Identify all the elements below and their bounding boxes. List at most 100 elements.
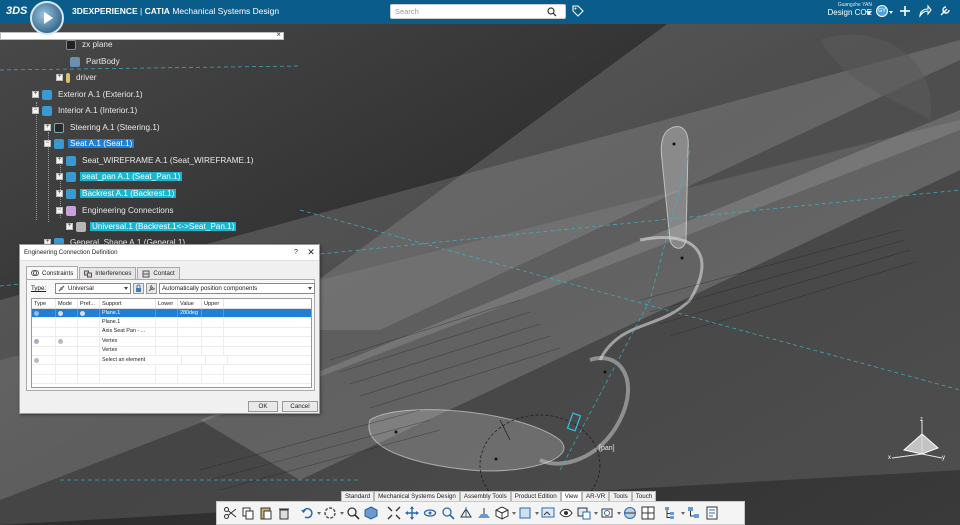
zoom-button[interactable] bbox=[344, 505, 361, 522]
compass-triad-icon[interactable]: z x y bbox=[888, 414, 948, 464]
value-cell[interactable] bbox=[178, 327, 202, 337]
table-row[interactable] bbox=[32, 374, 311, 385]
zoom-in-out-button[interactable] bbox=[439, 505, 456, 522]
value-cell[interactable] bbox=[182, 355, 206, 365]
column-header[interactable]: Pref... bbox=[78, 299, 100, 308]
positioning-dropdown[interactable]: Automatically position components bbox=[159, 283, 315, 294]
ds-logo-icon[interactable]: 3DS bbox=[6, 5, 27, 17]
lower-cell[interactable] bbox=[156, 337, 178, 346]
tools-icon[interactable] bbox=[938, 4, 952, 18]
collapse-icon[interactable]: − bbox=[44, 140, 51, 147]
close-button[interactable]: ✕ bbox=[303, 247, 319, 258]
avatar[interactable]: GY bbox=[876, 5, 888, 17]
help-button[interactable]: ? bbox=[289, 249, 303, 256]
search-box[interactable] bbox=[390, 4, 566, 19]
upper-cell[interactable] bbox=[202, 346, 224, 355]
value-cell[interactable] bbox=[178, 346, 202, 355]
upper-cell[interactable] bbox=[202, 318, 224, 327]
tab-standard[interactable]: Standard bbox=[341, 491, 375, 501]
expand-icon[interactable]: + bbox=[56, 190, 63, 197]
iso-view-button[interactable] bbox=[493, 505, 510, 522]
role-chevron-down-icon[interactable] bbox=[866, 11, 872, 15]
tab-interferences[interactable]: Interferences bbox=[79, 267, 137, 279]
expand-icon[interactable]: + bbox=[56, 74, 63, 81]
tree-node[interactable]: + seat_pan A.1 (Seat_Pan.1) bbox=[56, 170, 183, 183]
specification-tree[interactable]: × zx plane PartBody + driver + Exterior … bbox=[0, 30, 290, 248]
collapse-icon[interactable]: − bbox=[32, 107, 39, 114]
normal-view-button[interactable] bbox=[457, 505, 474, 522]
value-cell[interactable] bbox=[178, 374, 202, 384]
tab-ar-vr[interactable]: AR-VR bbox=[582, 491, 610, 501]
update-button[interactable] bbox=[321, 505, 338, 522]
lower-cell[interactable] bbox=[156, 374, 178, 384]
cancel-button[interactable]: Cancel bbox=[282, 401, 318, 412]
column-header[interactable]: Lower bbox=[156, 299, 178, 308]
table-row[interactable]: Vertex bbox=[32, 346, 311, 356]
tab-assembly-tools[interactable]: Assembly Tools bbox=[459, 491, 511, 501]
tree-node[interactable]: zx plane bbox=[66, 38, 115, 51]
tree-node[interactable]: + Steering A.1 (Steering.1) bbox=[44, 121, 162, 134]
undo-button[interactable] bbox=[298, 505, 315, 522]
add-icon[interactable] bbox=[898, 4, 912, 18]
lower-cell[interactable] bbox=[156, 365, 178, 374]
collapse-icon[interactable]: − bbox=[56, 207, 63, 214]
share-icon[interactable] bbox=[918, 4, 932, 18]
tree-node[interactable]: + Exterior A.1 (Exterior.1) bbox=[32, 88, 145, 101]
swap-visible-button[interactable] bbox=[557, 505, 574, 522]
wrench-button[interactable] bbox=[146, 283, 157, 294]
expand-icon[interactable]: + bbox=[56, 157, 63, 164]
search-icon[interactable] bbox=[547, 6, 557, 17]
tab-view[interactable]: View bbox=[560, 491, 582, 501]
lower-cell[interactable] bbox=[156, 327, 178, 337]
table-row[interactable]: Vertex bbox=[32, 337, 311, 347]
table-row[interactable]: Plane.1 bbox=[32, 318, 311, 328]
screen-capture-button[interactable] bbox=[575, 505, 592, 522]
upper-cell[interactable] bbox=[202, 374, 224, 384]
value-cell[interactable] bbox=[178, 318, 202, 327]
table-row[interactable] bbox=[32, 365, 311, 375]
compass-icon[interactable] bbox=[30, 1, 64, 35]
cut-button[interactable] bbox=[221, 505, 238, 522]
lower-cell[interactable] bbox=[156, 318, 178, 327]
pan-button[interactable] bbox=[403, 505, 420, 522]
close-icon[interactable]: × bbox=[276, 30, 281, 39]
properties-button[interactable] bbox=[703, 505, 720, 522]
tree-node[interactable]: + Backrest A.1 (Backrest.1) bbox=[56, 187, 177, 200]
value-cell[interactable]: 280deg bbox=[178, 309, 202, 318]
fit-selection-button[interactable] bbox=[385, 505, 402, 522]
tree-node[interactable]: − Seat A.1 (Seat.1) bbox=[44, 137, 135, 150]
dialog-titlebar[interactable]: Engineering Connection Definition ? ✕ bbox=[20, 245, 319, 261]
tree-node[interactable]: + Universal.1 (Backrest.1<->Seat_Pan.1) bbox=[66, 220, 237, 233]
ok-button[interactable]: OK bbox=[248, 401, 278, 412]
tab-mechanical-systems-design[interactable]: Mechanical Systems Design bbox=[374, 491, 460, 501]
tag-icon[interactable] bbox=[572, 5, 584, 17]
type-dropdown[interactable]: Universal bbox=[55, 283, 131, 294]
tab-constraints[interactable]: Constraints bbox=[26, 266, 79, 279]
section-button[interactable] bbox=[598, 505, 615, 522]
value-cell[interactable] bbox=[178, 365, 202, 374]
upper-cell[interactable] bbox=[202, 309, 224, 318]
ambiance-button[interactable] bbox=[621, 505, 638, 522]
tree-node[interactable]: + driver bbox=[56, 71, 98, 84]
tree-expand-button[interactable] bbox=[662, 505, 679, 522]
lock-button[interactable] bbox=[133, 283, 144, 294]
upper-cell[interactable] bbox=[202, 327, 224, 337]
tree-node[interactable]: − Engineering Connections bbox=[56, 204, 176, 217]
search-input[interactable] bbox=[391, 5, 545, 18]
expand-icon[interactable]: + bbox=[44, 124, 51, 131]
tree-node[interactable]: + Seat_WIREFRAME A.1 (Seat_WIREFRAME.1) bbox=[56, 154, 256, 167]
upper-cell[interactable] bbox=[202, 365, 224, 374]
paste-button[interactable] bbox=[257, 505, 274, 522]
ground-button[interactable] bbox=[475, 505, 492, 522]
column-header[interactable]: Mode bbox=[56, 299, 78, 308]
expand-icon[interactable]: + bbox=[56, 173, 63, 180]
upper-cell[interactable] bbox=[202, 337, 224, 346]
expand-icon[interactable]: + bbox=[32, 91, 39, 98]
column-header[interactable]: Type bbox=[32, 299, 56, 308]
column-header[interactable]: Value bbox=[178, 299, 202, 308]
upper-cell[interactable] bbox=[206, 355, 228, 365]
fit-all-button[interactable] bbox=[362, 505, 379, 522]
multi-view-button[interactable] bbox=[639, 505, 656, 522]
rotate-button[interactable] bbox=[421, 505, 438, 522]
table-row[interactable]: Plane.1 280deg bbox=[32, 309, 311, 319]
